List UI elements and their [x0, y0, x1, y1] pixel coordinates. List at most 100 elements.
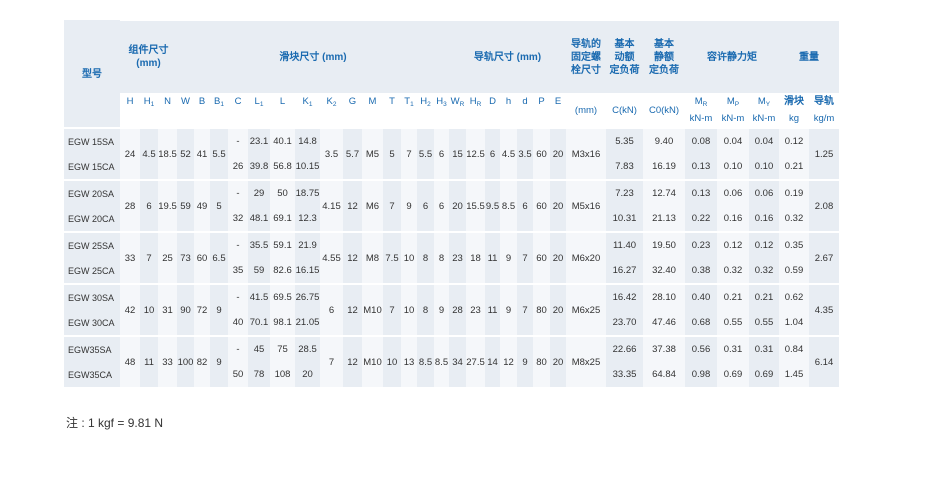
cell-T1: 7: [401, 129, 417, 179]
cell-h: 4.5: [500, 129, 517, 179]
cell-D: 6: [485, 129, 500, 179]
cell-MP: 0.21: [717, 285, 749, 310]
cell-L1: 41.5: [248, 285, 270, 310]
cell-H3: 8.5: [434, 337, 449, 387]
header-block-dims: 滑块尺寸 (mm): [177, 21, 449, 93]
cell-MR: 0.68: [685, 310, 717, 335]
cell-Cdyn: 10.31: [606, 206, 643, 231]
cell-K1: 20: [295, 362, 320, 387]
header-static-load: 基本 静额 定负荷: [643, 21, 685, 93]
cell-K1: 26.75: [295, 285, 320, 310]
cell-M: M8: [362, 233, 383, 283]
cell-C0: 37.38: [643, 337, 685, 362]
cell-d: 9: [517, 337, 533, 387]
cell-L1: 70.1: [248, 310, 270, 335]
cell-B: 82: [194, 337, 210, 387]
cell-G: 12: [343, 233, 362, 283]
column-symbol: d: [517, 93, 533, 110]
column-symbol: MY: [749, 93, 779, 110]
cell-HR: 15.5: [466, 181, 485, 231]
cell-E: 20: [550, 285, 566, 335]
cell-Cdyn: 5.35: [606, 129, 643, 154]
cell-T: 10: [383, 337, 401, 387]
column-symbol: N: [158, 93, 177, 110]
cell-d: 3.5: [517, 129, 533, 179]
cell-block_w: 0.84: [779, 337, 809, 362]
cell-C: -: [228, 129, 248, 154]
cell-L: 40.1: [270, 129, 295, 154]
cell-L: 50: [270, 181, 295, 206]
cell-L: 69.5: [270, 285, 295, 310]
unit-c0: C0(kN): [643, 93, 685, 127]
cell-H2: 8: [417, 233, 434, 283]
cell-C0: 32.40: [643, 258, 685, 283]
cell-E: 20: [550, 233, 566, 283]
cell-H: 24: [120, 129, 140, 179]
column-symbol: H2: [417, 93, 434, 110]
cell-K2: 3.5: [320, 129, 343, 179]
cell-C0: 12.74: [643, 181, 685, 206]
cell-N: 25: [158, 233, 177, 283]
cell-MY: 0.16: [749, 206, 779, 231]
cell-L: 59.1: [270, 233, 295, 258]
cell-WR: 28: [449, 285, 466, 335]
cell-L: 69.1: [270, 206, 295, 231]
cell-L: 75: [270, 337, 295, 362]
cell-MR: 0.22: [685, 206, 717, 231]
cell-H2: 5.5: [417, 129, 434, 179]
cell-K1: 14.8: [295, 129, 320, 154]
cell-WR: 23: [449, 233, 466, 283]
cell-M: M5: [362, 129, 383, 179]
cell-h: 9: [500, 233, 517, 283]
cell-L1: 45: [248, 337, 270, 362]
cell-P: 60: [533, 181, 550, 231]
model-cell: EGW 25CA: [64, 258, 120, 283]
cell-B1: 9: [210, 285, 228, 335]
cell-B1: 6.5: [210, 233, 228, 283]
cell-H1: 11: [140, 337, 158, 387]
cell-C0: 16.19: [643, 154, 685, 179]
cell-C: -: [228, 181, 248, 206]
model-cell: EGW 15CA: [64, 154, 120, 179]
cell-block_w: 1.04: [779, 310, 809, 335]
cell-block_w: 0.32: [779, 206, 809, 231]
cell-MR: 0.13: [685, 181, 717, 206]
cell-C: 50: [228, 362, 248, 387]
cell-d: 6: [517, 181, 533, 231]
table-row: EGW 20SA 28 6 19.5 59 49 5-29 50 18.75 4.15 12 M6 7 9…: [64, 181, 839, 231]
cell-H2: 8.5: [417, 337, 434, 387]
cell-MP: 0.06: [717, 181, 749, 206]
cell-W: 73: [177, 233, 194, 283]
cell-H: 28: [120, 181, 140, 231]
cell-bolt: M5x16: [566, 181, 606, 231]
cell-T: 7: [383, 181, 401, 231]
cell-L: 56.8: [270, 154, 295, 179]
cell-MY: 0.31: [749, 337, 779, 362]
column-symbol: MP: [717, 93, 749, 110]
cell-d: 7: [517, 285, 533, 335]
footnote: 注 : 1 kgf = 9.81 N: [66, 416, 164, 430]
cell-W: 90: [177, 285, 194, 335]
cell-HR: 23: [466, 285, 485, 335]
cell-MY: 0.06: [749, 181, 779, 206]
header-model: 型号: [64, 20, 120, 127]
cell-M: M10: [362, 337, 383, 387]
column-symbol: G: [343, 93, 362, 110]
cell-MP: 0.32: [717, 258, 749, 283]
cell-MR: 0.08: [685, 129, 717, 154]
column-symbol: E: [550, 93, 566, 110]
cell-H1: 6: [140, 181, 158, 231]
cell-L: 108: [270, 362, 295, 387]
header-filler: [120, 110, 566, 127]
cell-MP: 0.10: [717, 154, 749, 179]
cell-block_w: 0.62: [779, 285, 809, 310]
cell-E: 20: [550, 337, 566, 387]
cell-C0: 28.10: [643, 285, 685, 310]
column-symbol: L: [270, 93, 295, 110]
cell-Cdyn: 16.42: [606, 285, 643, 310]
header-rail-weight: 导轨: [809, 93, 839, 110]
model-cell: EGW 25SA: [64, 233, 120, 258]
cell-MP: 0.31: [717, 337, 749, 362]
column-symbol: MR: [685, 93, 717, 110]
cell-HR: 12.5: [466, 129, 485, 179]
